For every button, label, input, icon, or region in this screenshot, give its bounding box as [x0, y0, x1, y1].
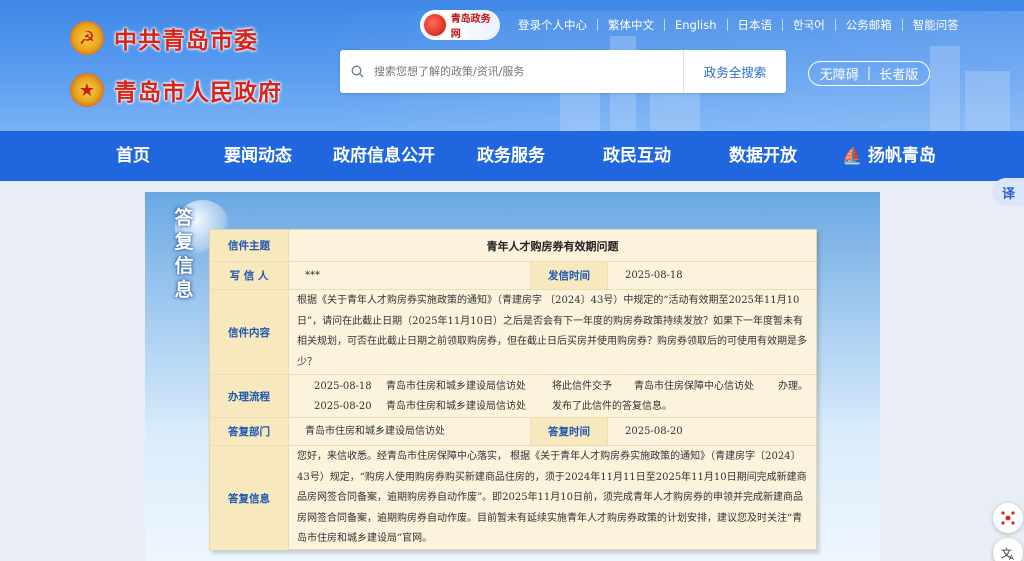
process-date: 2025-08-18 [314, 381, 372, 392]
row-subject: 信件主题 青年人才购房券有效期问题 [210, 230, 816, 262]
site-badge-label: 青岛政务网 [450, 14, 491, 40]
link-login[interactable]: 登录个人中心 [508, 19, 597, 31]
row-process: 办理流程 2025-08-18 青岛市住房和城乡建设局信访处 将此信件交予 青岛… [210, 375, 816, 418]
letter-content: 根据《关于青年人才购房券实施政策的通知》（青建房字 〔2024〕43号）中规定的… [297, 295, 807, 368]
side-title: 答复信息 [174, 207, 194, 301]
sail-icon: ⛵ [842, 146, 862, 165]
search-button[interactable]: 政务全搜索 [683, 50, 786, 93]
label-reply-dept: 答复部门 [210, 418, 289, 445]
search-input[interactable] [374, 65, 683, 78]
reply-date: 2025-08-20 [625, 426, 683, 437]
letter-subject: 青年人才购房券有效期问题 [486, 240, 619, 253]
share-icon[interactable] [993, 503, 1023, 533]
label-reply: 答复信息 [210, 446, 289, 550]
process-action: 发布了此信件的答复信息。 [552, 401, 672, 412]
nav-interaction[interactable]: 政民互动 [603, 131, 671, 181]
nav-news[interactable]: 要闻动态 [224, 131, 292, 181]
process-date: 2025-08-20 [314, 401, 372, 412]
translate-a-icon[interactable]: 文A [993, 538, 1023, 561]
label-subject: 信件主题 [210, 230, 289, 261]
gov-title: 青岛市人民政府 [114, 79, 282, 106]
row-reply-dept: 答复部门 青岛市住房和城乡建设局信访处 答复时间 2025-08-20 [210, 418, 816, 446]
link-smart-qa[interactable]: 智能问答 [901, 19, 969, 31]
reply-text: 您好，来信收悉。经青岛市住房保障中心落实， 根据《关于青年人才购房券实施政策的通… [297, 451, 807, 544]
letter-writer: *** [305, 270, 320, 281]
search-bar: 政务全搜索 [340, 50, 786, 93]
divider: | [866, 66, 872, 81]
skyline-building [930, 46, 960, 131]
process-dept: 青岛市住房和城乡建设局信访处 [386, 401, 526, 412]
party-emblem-icon: ☭ [70, 21, 104, 55]
reply-dept: 青岛市住房和城乡建设局信访处 [305, 426, 445, 437]
nav-home[interactable]: 首页 [116, 131, 150, 181]
process-target: 青岛市住房保障中心信访处 [634, 381, 754, 392]
site-logos[interactable]: ☭ 中共青岛市委 ★ 青岛市人民政府 [70, 18, 282, 122]
elder-mode-button[interactable]: 长者版 [879, 64, 918, 83]
letter-table: 信件主题 青年人才购房券有效期问题 写 信 人 *** 发信时间 2025-08… [209, 229, 817, 550]
accessibility-button[interactable]: 无障碍 [820, 64, 859, 83]
link-english[interactable]: English [664, 19, 727, 31]
link-official-mail[interactable]: 公务邮箱 [834, 19, 902, 31]
letter-sent-date: 2025-08-18 [625, 270, 683, 281]
label-content: 信件内容 [210, 290, 289, 374]
label-process: 办理流程 [210, 375, 289, 417]
national-emblem-icon: ★ [70, 73, 104, 107]
process-end: 办理。 [778, 381, 808, 392]
search-icon [340, 65, 374, 78]
nav-services[interactable]: 政务服务 [477, 131, 545, 181]
process-action: 将此信件交予 [552, 381, 612, 392]
row-content: 信件内容 根据《关于青年人才购房券实施政策的通知》（青建房字 〔2024〕43号… [210, 290, 816, 375]
row-reply: 答复信息 您好，来信收悉。经青岛市住房保障中心落实， 根据《关于青年人才购房券实… [210, 446, 816, 550]
globe-icon [422, 12, 448, 38]
main-nav: 首页 要闻动态 政府信息公开 政务服务 政民互动 数据开放 ⛵ 扬帆青岛 [0, 131, 1024, 181]
label-reply-time: 答复时间 [530, 418, 608, 445]
site-header: ☭ 中共青岛市委 ★ 青岛市人民政府 青岛政务网 登录个人中心 繁体中文 Eng… [0, 0, 1024, 131]
label-writer: 写 信 人 [210, 262, 289, 289]
nav-sail-qingdao[interactable]: ⛵ 扬帆青岛 [842, 131, 936, 181]
top-links-bar: 青岛政务网 登录个人中心 繁体中文 English 日本语 한국어 公务邮箱 智… [420, 10, 969, 40]
translate-button[interactable]: 译 [992, 178, 1024, 206]
link-japanese[interactable]: 日本语 [726, 19, 783, 31]
accessibility-toggle: 无障碍 | 长者版 [808, 61, 930, 86]
link-traditional-chinese[interactable]: 繁体中文 [597, 19, 664, 31]
nav-gov-info[interactable]: 政府信息公开 [333, 131, 435, 181]
label-sent-time: 发信时间 [530, 262, 608, 289]
nav-open-data[interactable]: 数据开放 [729, 131, 797, 181]
process-dept: 青岛市住房和城乡建设局信访处 [386, 381, 526, 392]
svg-text:A: A [1009, 554, 1014, 561]
row-writer: 写 信 人 *** 发信时间 2025-08-18 [210, 262, 816, 290]
skyline-building [965, 71, 1010, 131]
party-title: 中共青岛市委 [114, 27, 258, 54]
link-korean[interactable]: 한국어 [782, 19, 835, 31]
nav-sail-label: 扬帆青岛 [867, 146, 936, 166]
site-badge[interactable]: 青岛政务网 [420, 10, 500, 40]
